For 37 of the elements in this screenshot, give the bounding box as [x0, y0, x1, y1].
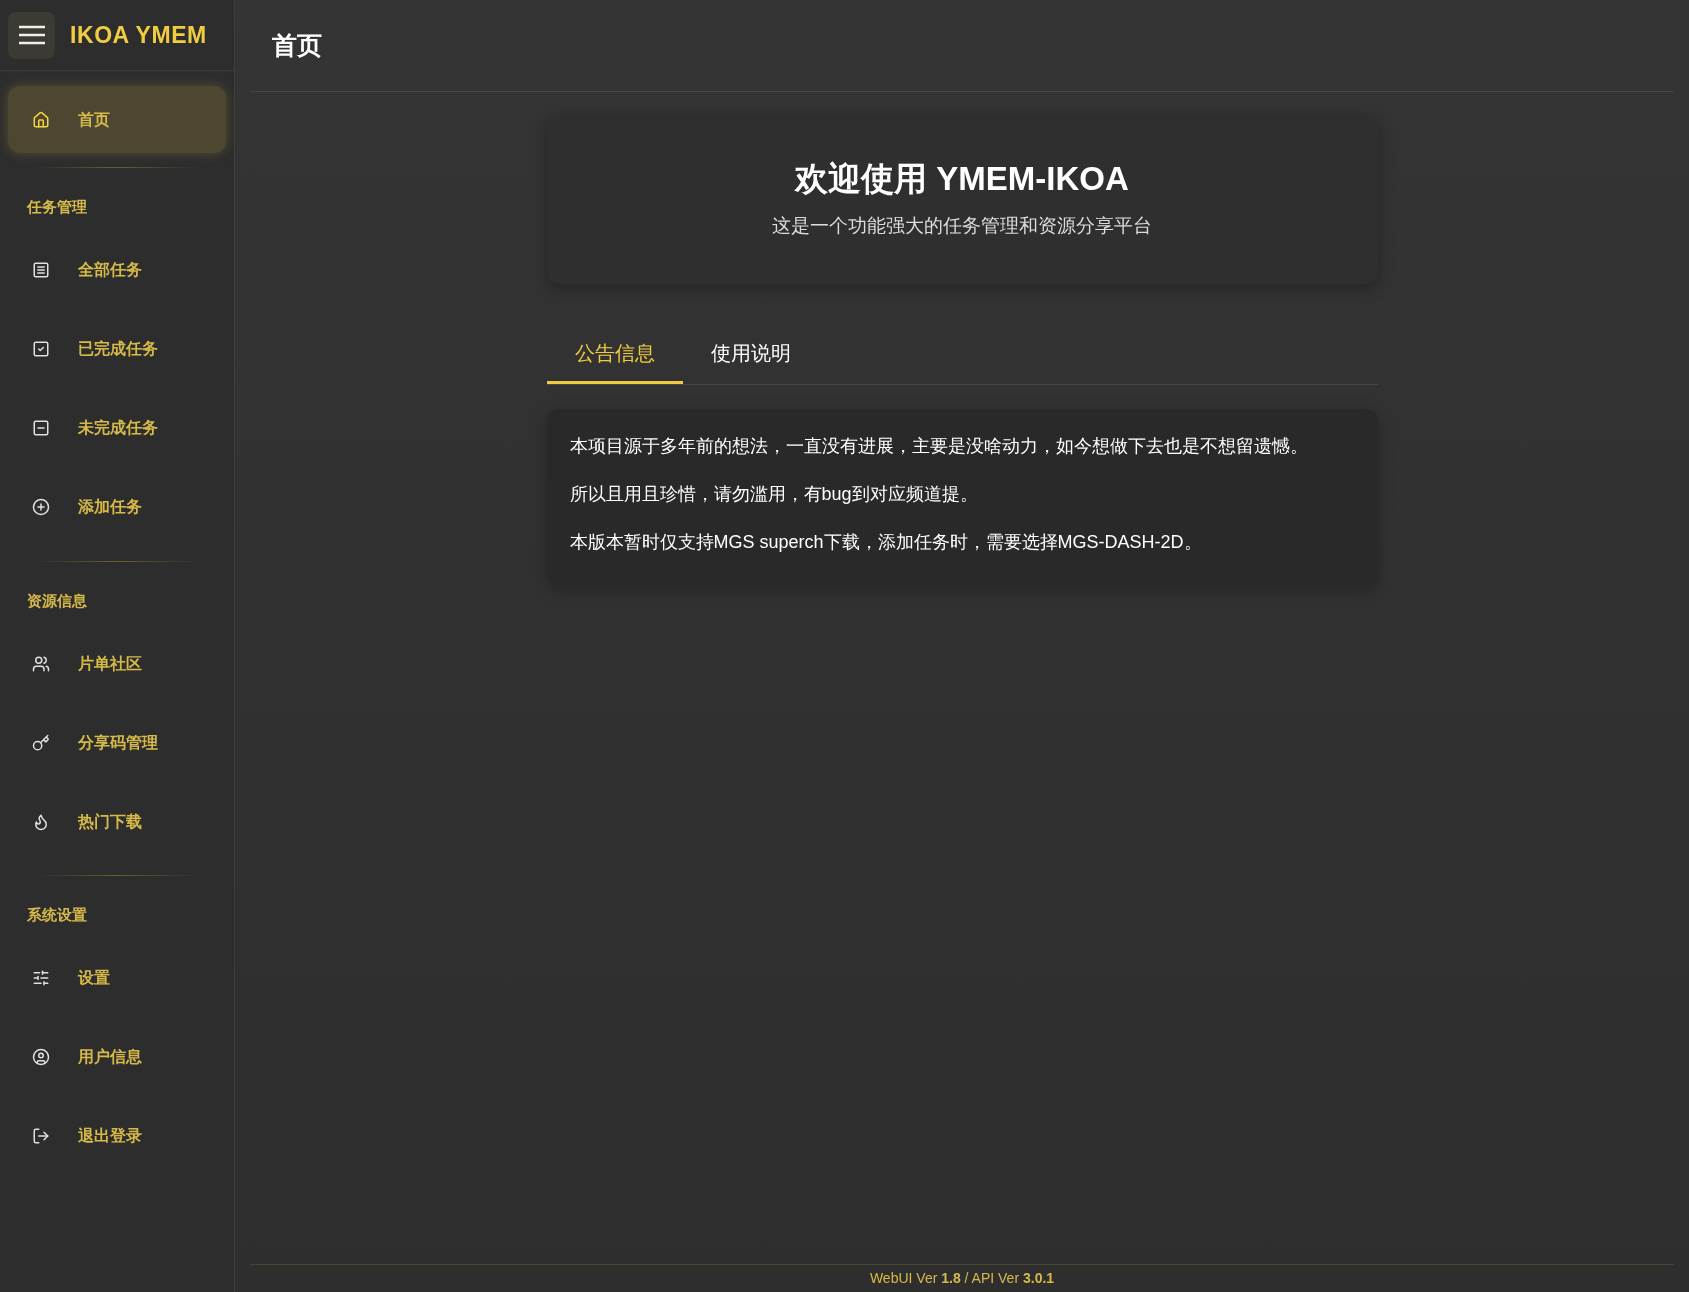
sidebar-item[interactable]: 热门下载 — [8, 788, 226, 855]
section-title: 系统设置 — [26, 905, 88, 925]
key-icon — [32, 733, 50, 752]
sidebar-item[interactable]: 片单社区 — [8, 630, 226, 697]
sidebar-item[interactable]: 未完成任务 — [8, 394, 226, 462]
sidebar-item[interactable]: 退出登录 — [8, 1102, 226, 1170]
plus-circle-icon — [32, 498, 50, 516]
menu-icon — [18, 25, 45, 45]
tab[interactable]: 公告信息 — [546, 324, 683, 384]
sidebar-item[interactable]: 已完成任务 — [8, 315, 226, 383]
sidebar-item[interactable]: 分享码管理 — [8, 709, 226, 776]
section-title: 任务管理 — [26, 197, 88, 217]
sidebar-item[interactable]: 首页 — [8, 86, 226, 153]
user-icon — [32, 1048, 50, 1066]
notice-text: 本项目源于多年前的想法，一直没有进展，主要是没啥动力，如今想做下去也是不想留遗憾。 — [569, 435, 1309, 458]
home-icon — [32, 110, 50, 129]
flame-icon — [32, 812, 50, 831]
notice-text: 本版本暂时仅支持MGS superch下载，添加任务时，需要选择MGS-DASH-2D。 — [569, 531, 1203, 554]
settings-icon — [32, 969, 50, 987]
checkbox-icon — [32, 340, 50, 358]
users-icon — [32, 654, 50, 673]
sidebar-item[interactable]: 全部任务 — [8, 236, 226, 304]
list-icon — [32, 261, 50, 279]
brand-title: IKOA YMEM — [70, 20, 207, 50]
page-title: 首页 — [272, 29, 322, 61]
section-title: 资源信息 — [26, 590, 88, 611]
tab[interactable]: 使用说明 — [682, 324, 819, 384]
notice-text: 所以且用且珍惜，请勿滥用，有bug到对应频道提。 — [569, 483, 979, 506]
logout-icon — [32, 1127, 50, 1145]
sidebar-item[interactable]: 用户信息 — [8, 1023, 226, 1091]
welcome-subtitle: 这是一个功能强大的任务管理和资源分享平台 — [772, 213, 1152, 238]
minus-square-icon — [32, 419, 50, 437]
sidebar-item[interactable]: 设置 — [8, 944, 226, 1012]
sidebar-item[interactable]: 添加任务 — [8, 473, 226, 541]
version-text: WebUI Ver 1.8 / API Ver 3.0.1 — [869, 1269, 1055, 1288]
welcome-title: 欢迎使用 YMEM-IKOA — [795, 159, 1129, 199]
menu-button[interactable] — [8, 11, 55, 59]
